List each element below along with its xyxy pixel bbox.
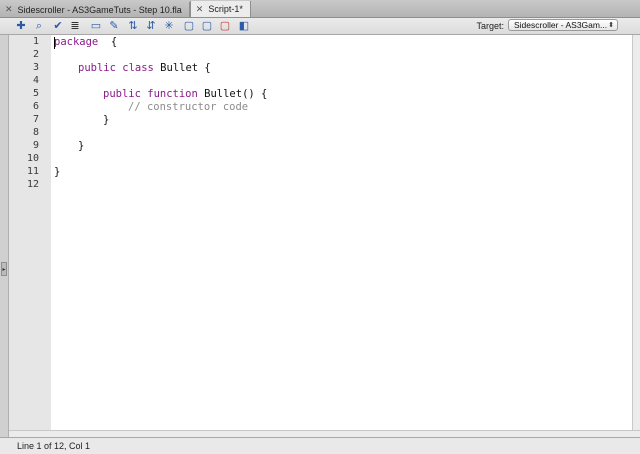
remove-comment-icon[interactable]: ▢ (218, 19, 232, 33)
tab-label: Script-1* (208, 4, 243, 14)
auto-format-icon[interactable]: ≣ (68, 19, 82, 33)
line-number-gutter: 1 2 3 4 5 6 7 8 9 10 11 12 (9, 35, 51, 430)
document-tab-bar: ✕ Sidescroller - AS3GameTuts - Step 10.f… (0, 0, 640, 18)
code-line-6: // constructor code (128, 101, 249, 113)
line-number: 6 (32, 101, 39, 112)
find-icon[interactable]: ⌕ (32, 19, 46, 33)
check-syntax-icon[interactable]: ✔ (51, 19, 65, 33)
script-toolbar: ✚ ⌕ ✔ ≣ ▭ ✎ ⇅ ⇵ ✳ ▢ ▢ ▢ ◧ Target: Sidesc… (0, 18, 640, 35)
code-text: { (98, 36, 118, 48)
line-number: 12 (26, 179, 39, 190)
line-number: 9 (32, 140, 39, 151)
line-number: 10 (26, 153, 39, 164)
tab-label: Sidescroller - AS3GameTuts - Step 10.fla (17, 4, 182, 15)
actions-toolbox-strip: ▸ (0, 35, 9, 437)
show-hide-toolbox-icon[interactable]: ◧ (237, 19, 251, 33)
select-arrows-icon: ⬍ (608, 22, 614, 29)
close-icon[interactable]: ✕ (5, 4, 13, 15)
code-line-5: public function Bullet() { (103, 88, 267, 100)
collapse-selection-icon[interactable]: ⇵ (144, 19, 158, 33)
close-icon[interactable]: ✕ (196, 4, 204, 15)
code-text: Bullet { (153, 62, 211, 74)
code-line-3: public class Bullet { (78, 62, 211, 74)
expand-panel-icon[interactable]: ▸ (1, 262, 7, 276)
status-bar: Line 1 of 12, Col 1 (0, 437, 640, 454)
tab-script-1[interactable]: ✕ Script-1* (189, 1, 251, 17)
code-line-9: } (78, 140, 85, 152)
target-select[interactable]: Sidescroller - AS3Gam... ⬍ (508, 19, 618, 31)
line-number: 2 (32, 49, 39, 60)
expand-all-icon[interactable]: ✳ (162, 19, 176, 33)
tab-sidescroller-fla[interactable]: ✕ Sidescroller - AS3GameTuts - Step 10.f… (0, 2, 190, 17)
collapse-between-braces-icon[interactable]: ⇅ (126, 19, 140, 33)
target-value: Sidescroller - AS3Gam... (514, 20, 608, 30)
keyword: package (54, 36, 99, 48)
line-number: 5 (32, 88, 39, 99)
code-text: Bullet() { (197, 88, 268, 100)
target-label: Target: (476, 21, 504, 31)
code-editor[interactable]: package { public class Bullet { public f… (51, 35, 632, 430)
add-statement-icon[interactable]: ✚ (14, 19, 28, 33)
line-number: 1 (32, 36, 39, 47)
keyword: public class (78, 62, 154, 74)
line-number: 11 (26, 166, 39, 177)
line-number: 3 (32, 62, 39, 73)
line-number: 4 (32, 75, 39, 86)
line-number: 7 (32, 114, 39, 125)
apply-line-comment-icon[interactable]: ▢ (200, 19, 214, 33)
cursor-position: Line 1 of 12, Col 1 (17, 441, 91, 451)
vertical-scrollbar[interactable] (632, 35, 640, 430)
debug-options-icon[interactable]: ✎ (107, 19, 121, 33)
code-line-1: package { (54, 36, 117, 48)
line-number: 8 (32, 127, 39, 138)
keyword: public function (103, 88, 198, 100)
apply-block-comment-icon[interactable]: ▢ (182, 19, 196, 33)
code-hint-icon[interactable]: ▭ (89, 19, 103, 33)
code-line-7: } (103, 114, 110, 126)
code-line-11: } (54, 166, 61, 178)
